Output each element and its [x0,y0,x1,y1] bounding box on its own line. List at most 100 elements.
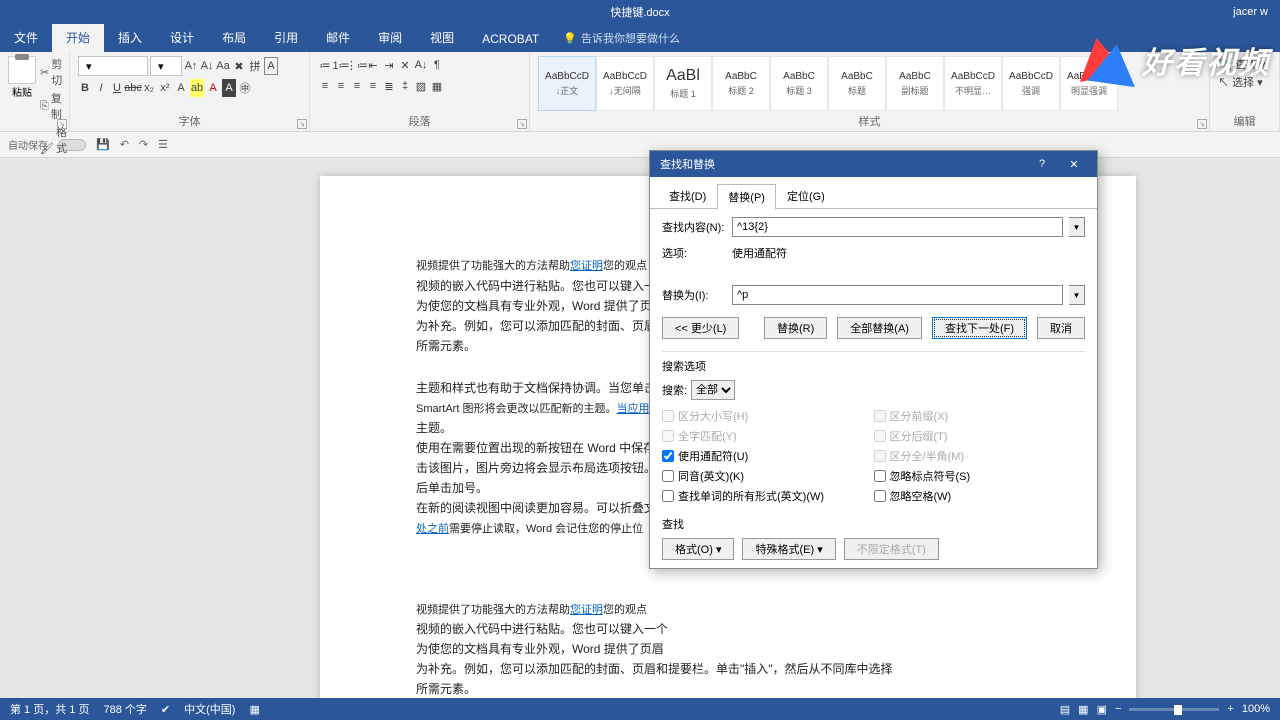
borders-icon[interactable]: ▦ [430,77,444,95]
shrink-font-icon[interactable]: A↓ [200,57,214,75]
text-effects-icon[interactable]: A [174,79,188,97]
dialog-launcher-icon[interactable]: ↘ [517,119,527,129]
replace-button[interactable]: 替换(R) [764,317,827,339]
asian-layout-icon[interactable]: ✕ [398,56,412,74]
grow-font-icon[interactable]: A↑ [184,57,198,75]
chevron-down-icon[interactable]: ▼ [1069,285,1085,305]
print-layout-icon[interactable]: ▦ [1078,703,1088,716]
indent-left-icon[interactable]: ⇤ [366,56,380,74]
tab-mailings[interactable]: 邮件 [312,23,364,52]
style-↓正文[interactable]: AaBbCcD↓正文 [538,56,596,111]
ignore-space-checkbox[interactable]: 忽略空格(W) [874,488,1086,504]
strike-button[interactable]: abc [126,79,140,97]
highlight-button[interactable]: ab [190,79,204,97]
show-marks-icon[interactable]: ¶ [430,56,444,74]
undo-icon[interactable]: ↶ [120,138,129,151]
tab-file[interactable]: 文件 [0,23,52,52]
style-标题 1[interactable]: AaBl标题 1 [654,56,712,111]
zoom-in-icon[interactable]: + [1227,703,1233,715]
dialog-launcher-icon[interactable]: ↘ [1197,119,1207,129]
dialog-launcher-icon[interactable]: ↘ [297,119,307,129]
subscript-button[interactable]: x₂ [142,79,156,97]
tab-goto[interactable]: 定位(G) [776,183,836,209]
tell-me[interactable]: 💡告诉我你想要做什么 [553,24,690,52]
special-button[interactable]: 特殊格式(E) ▾ [742,538,835,560]
char-border-icon[interactable]: A [264,57,278,75]
style-标题 2[interactable]: AaBbC标题 2 [712,56,770,111]
char-shading-icon[interactable]: A [222,79,236,97]
macro-icon[interactable]: ▦ [249,703,259,716]
underline-button[interactable]: U [110,79,124,97]
tab-replace[interactable]: 替换(P) [717,184,776,210]
style-强调[interactable]: AaBbCcD强调 [1002,56,1060,111]
bullets-icon[interactable]: ≔ [318,56,332,74]
enclose-char-icon[interactable]: ㊥ [238,79,252,97]
word-count[interactable]: 788 个字 [103,701,146,717]
phonetic-icon[interactable]: 拼 [248,57,262,75]
touch-mode-icon[interactable]: ☰ [158,138,168,151]
tab-design[interactable]: 设计 [156,23,208,52]
copy-button[interactable]: ⎘复制 [40,90,67,122]
style-↓无间隔[interactable]: AaBbCcD↓无间隔 [596,56,654,111]
help-icon[interactable]: ? [1029,151,1055,177]
zoom-slider[interactable] [1129,708,1219,711]
line-spacing-icon[interactable]: ‡ [398,77,412,95]
align-left-icon[interactable]: ≡ [318,77,332,95]
replace-all-button[interactable]: 全部替换(A) [837,317,922,339]
language[interactable]: 中文(中国) [184,701,235,717]
find-next-button[interactable]: 查找下一处(F) [932,317,1027,339]
align-center-icon[interactable]: ≡ [334,77,348,95]
less-button[interactable]: << 更少(L) [662,317,739,339]
font-size-combo[interactable]: ▾ [150,56,182,76]
replace-input[interactable] [732,285,1063,305]
ignore-punct-checkbox[interactable]: 忽略标点符号(S) [874,468,1086,484]
link[interactable]: 您证明 [570,604,603,616]
font-color-button[interactable]: A [206,79,220,97]
link[interactable]: 当应用 [616,403,649,415]
shading-icon[interactable]: ▨ [414,77,428,95]
word-forms-checkbox[interactable]: 查找单词的所有形式(英文)(W) [662,488,874,504]
save-icon[interactable]: 💾 [96,138,110,151]
dialog-titlebar[interactable]: 查找和替换 ? ✕ [650,151,1097,177]
paste-button[interactable]: 粘贴 [8,56,36,99]
distribute-icon[interactable]: ≣ [382,77,396,95]
multilevel-icon[interactable]: ⋮≔ [350,56,364,74]
tab-layout[interactable]: 布局 [208,23,260,52]
tab-view[interactable]: 视图 [416,23,468,52]
dialog-launcher-icon[interactable]: ↘ [57,119,67,129]
sounds-like-checkbox[interactable]: 同音(英文)(K) [662,468,874,484]
font-name-combo[interactable]: ▾ [78,56,148,76]
align-right-icon[interactable]: ≡ [350,77,364,95]
tab-find[interactable]: 查找(D) [658,183,717,209]
tab-insert[interactable]: 插入 [104,23,156,52]
zoom-out-icon[interactable]: − [1115,703,1121,715]
tab-review[interactable]: 审阅 [364,23,416,52]
italic-button[interactable]: I [94,79,108,97]
search-direction-select[interactable]: 全部 [691,380,735,400]
style-副标题[interactable]: AaBbC副标题 [886,56,944,111]
link[interactable]: 您证明 [570,260,603,272]
cut-button[interactable]: ✂剪切 [40,56,67,88]
tab-acrobat[interactable]: ACROBAT [468,26,553,52]
justify-icon[interactable]: ≡ [366,77,380,95]
change-case-icon[interactable]: Aa [216,57,230,75]
tab-home[interactable]: 开始 [52,23,104,52]
cancel-button[interactable]: 取消 [1037,317,1085,339]
wildcards-checkbox[interactable]: 使用通配符(U) [662,448,874,464]
redo-icon[interactable]: ↷ [139,138,148,151]
style-不明显…[interactable]: AaBbCcD不明显… [944,56,1002,111]
style-标题 3[interactable]: AaBbC标题 3 [770,56,828,111]
find-input[interactable] [732,217,1063,237]
superscript-button[interactable]: x² [158,79,172,97]
link[interactable]: 处之前 [416,523,449,535]
zoom-level[interactable]: 100% [1242,703,1270,715]
chevron-down-icon[interactable]: ▼ [1069,217,1085,237]
page-status[interactable]: 第 1 页，共 1 页 [10,701,89,717]
web-layout-icon[interactable]: ▣ [1097,703,1107,716]
spellcheck-icon[interactable]: ✔ [161,703,170,716]
close-icon[interactable]: ✕ [1061,151,1087,177]
read-mode-icon[interactable]: ▤ [1060,703,1070,716]
style-标题[interactable]: AaBbC标题 [828,56,886,111]
bold-button[interactable]: B [78,79,92,97]
clear-format-icon[interactable]: ✖ [232,57,246,75]
